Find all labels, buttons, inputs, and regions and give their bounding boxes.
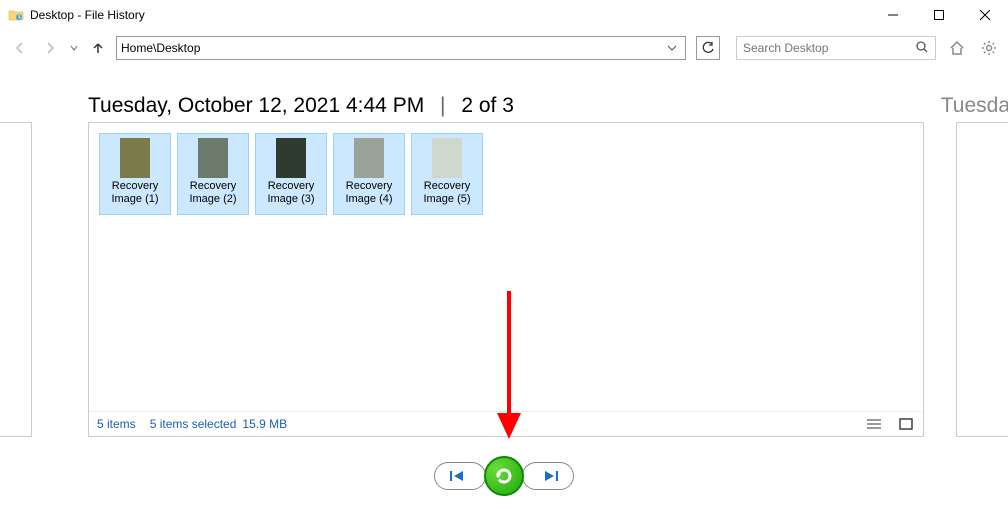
previous-version-button[interactable] bbox=[434, 462, 486, 490]
history-nav-controls bbox=[0, 456, 1008, 496]
file-label: Recovery Image (4) bbox=[336, 180, 402, 206]
restore-button[interactable] bbox=[484, 456, 524, 496]
next-version-peek: Tuesda bbox=[941, 94, 1008, 118]
file-item[interactable]: Recovery Image (1) bbox=[99, 133, 171, 215]
file-label: Recovery Image (5) bbox=[414, 180, 480, 206]
thumbnails-view-button[interactable] bbox=[897, 416, 915, 432]
thumbnail-icon bbox=[198, 138, 228, 178]
maximize-button[interactable] bbox=[916, 0, 962, 30]
status-selected: 5 items selected bbox=[150, 417, 237, 431]
toolbar: Home\Desktop bbox=[0, 30, 1008, 66]
recent-dropdown[interactable] bbox=[68, 36, 80, 60]
version-position: 2 of 3 bbox=[461, 94, 514, 117]
file-item[interactable]: Recovery Image (3) bbox=[255, 133, 327, 215]
address-bar[interactable]: Home\Desktop bbox=[116, 36, 686, 60]
close-button[interactable] bbox=[962, 0, 1008, 30]
forward-button[interactable] bbox=[38, 36, 62, 60]
back-button[interactable] bbox=[8, 36, 32, 60]
search-input[interactable] bbox=[743, 41, 915, 55]
file-label: Recovery Image (2) bbox=[180, 180, 246, 206]
file-label: Recovery Image (1) bbox=[102, 180, 168, 206]
file-item[interactable]: Recovery Image (2) bbox=[177, 133, 249, 215]
search-box[interactable] bbox=[736, 36, 936, 60]
thumbnail-icon bbox=[432, 138, 462, 178]
file-grid: Recovery Image (1) Recovery Image (2) Re… bbox=[89, 123, 923, 225]
status-bar: 5 items 5 items selected 15.9 MB bbox=[89, 411, 923, 436]
main-area: Tuesday, October 12, 2021 4:44 PM | 2 of… bbox=[0, 66, 1008, 466]
search-icon bbox=[915, 40, 929, 57]
gear-icon[interactable] bbox=[978, 37, 1000, 59]
home-icon[interactable] bbox=[946, 37, 968, 59]
refresh-button[interactable] bbox=[696, 36, 720, 60]
version-date: Tuesday, October 12, 2021 4:44 PM bbox=[88, 94, 424, 117]
details-view-button[interactable] bbox=[865, 416, 883, 432]
thumbnail-icon bbox=[120, 138, 150, 178]
prev-version-pane[interactable] bbox=[0, 122, 32, 437]
address-text: Home\Desktop bbox=[121, 41, 663, 55]
separator: | bbox=[440, 94, 445, 117]
minimize-button[interactable] bbox=[870, 0, 916, 30]
titlebar: Desktop - File History bbox=[0, 0, 1008, 30]
file-item[interactable]: Recovery Image (5) bbox=[411, 133, 483, 215]
thumbnail-icon bbox=[354, 138, 384, 178]
up-button[interactable] bbox=[86, 36, 110, 60]
file-label: Recovery Image (3) bbox=[258, 180, 324, 206]
next-version-pane[interactable] bbox=[956, 122, 1008, 437]
chevron-down-icon[interactable] bbox=[663, 37, 681, 59]
next-version-button[interactable] bbox=[522, 462, 574, 490]
content-pane: Recovery Image (1) Recovery Image (2) Re… bbox=[88, 122, 924, 437]
file-item[interactable]: Recovery Image (4) bbox=[333, 133, 405, 215]
thumbnail-icon bbox=[276, 138, 306, 178]
window-title: Desktop - File History bbox=[30, 8, 145, 22]
version-header: Tuesday, October 12, 2021 4:44 PM | 2 of… bbox=[88, 94, 514, 118]
status-size: 15.9 MB bbox=[242, 417, 287, 431]
folder-history-icon bbox=[8, 7, 24, 23]
status-items: 5 items bbox=[97, 417, 136, 431]
